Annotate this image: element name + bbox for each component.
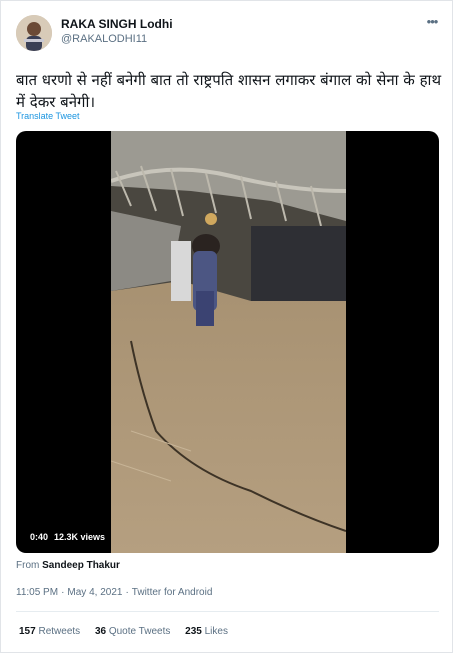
- retweets-label: Retweets: [38, 626, 81, 637]
- likes-count: 235: [185, 626, 202, 637]
- divider: [16, 611, 439, 612]
- author-name[interactable]: RAKA SINGH Lodhi: [61, 17, 173, 31]
- video-duration-views-badge: 0:40 12.3K views: [26, 529, 110, 545]
- tweet-time[interactable]: 11:05 PM: [16, 587, 58, 598]
- video-duration: 0:40: [30, 532, 49, 542]
- tweet-client[interactable]: Twitter for Android: [132, 587, 213, 598]
- engagement-stats: 157 Retweets 36 Quote Tweets 235 Likes: [19, 626, 240, 637]
- likes-stat[interactable]: 235 Likes: [185, 626, 228, 637]
- quote-tweets-stat[interactable]: 36 Quote Tweets: [95, 626, 170, 637]
- avatar[interactable]: [16, 15, 52, 51]
- video-source-prefix: From: [16, 560, 40, 571]
- quote-tweets-label: Quote Tweets: [108, 626, 171, 637]
- quote-tweets-count: 36: [94, 626, 107, 637]
- likes-label: Likes: [204, 626, 228, 637]
- retweets-count: 157: [19, 626, 36, 637]
- tweet-date[interactable]: May 4, 2021: [67, 587, 122, 598]
- tweet-card: RAKA SINGH Lodhi @RAKALODHI11 ••• बात धर…: [0, 0, 453, 653]
- video-source: From Sandeep Thakur: [16, 560, 120, 571]
- more-horizontal-icon[interactable]: •••: [425, 15, 439, 29]
- meta-separator: ·: [61, 587, 65, 598]
- video-views: 12.3K views: [54, 532, 106, 542]
- tweet-text: बात धरणो से नहीं बनेगी बात तो राष्ट्रपति…: [16, 71, 442, 111]
- video-player[interactable]: 0:40 12.3K views: [16, 131, 439, 553]
- tweet-meta: 11:05 PM · May 4, 2021 · Twitter for Android: [16, 587, 212, 598]
- video-source-name[interactable]: Sandeep Thakur: [42, 560, 120, 571]
- retweets-stat[interactable]: 157 Retweets: [19, 626, 80, 637]
- meta-separator: ·: [125, 587, 129, 598]
- video-frame: [111, 131, 346, 553]
- translate-tweet-link[interactable]: Translate Tweet: [16, 111, 80, 121]
- author-handle[interactable]: @RAKALODHI11: [61, 33, 147, 45]
